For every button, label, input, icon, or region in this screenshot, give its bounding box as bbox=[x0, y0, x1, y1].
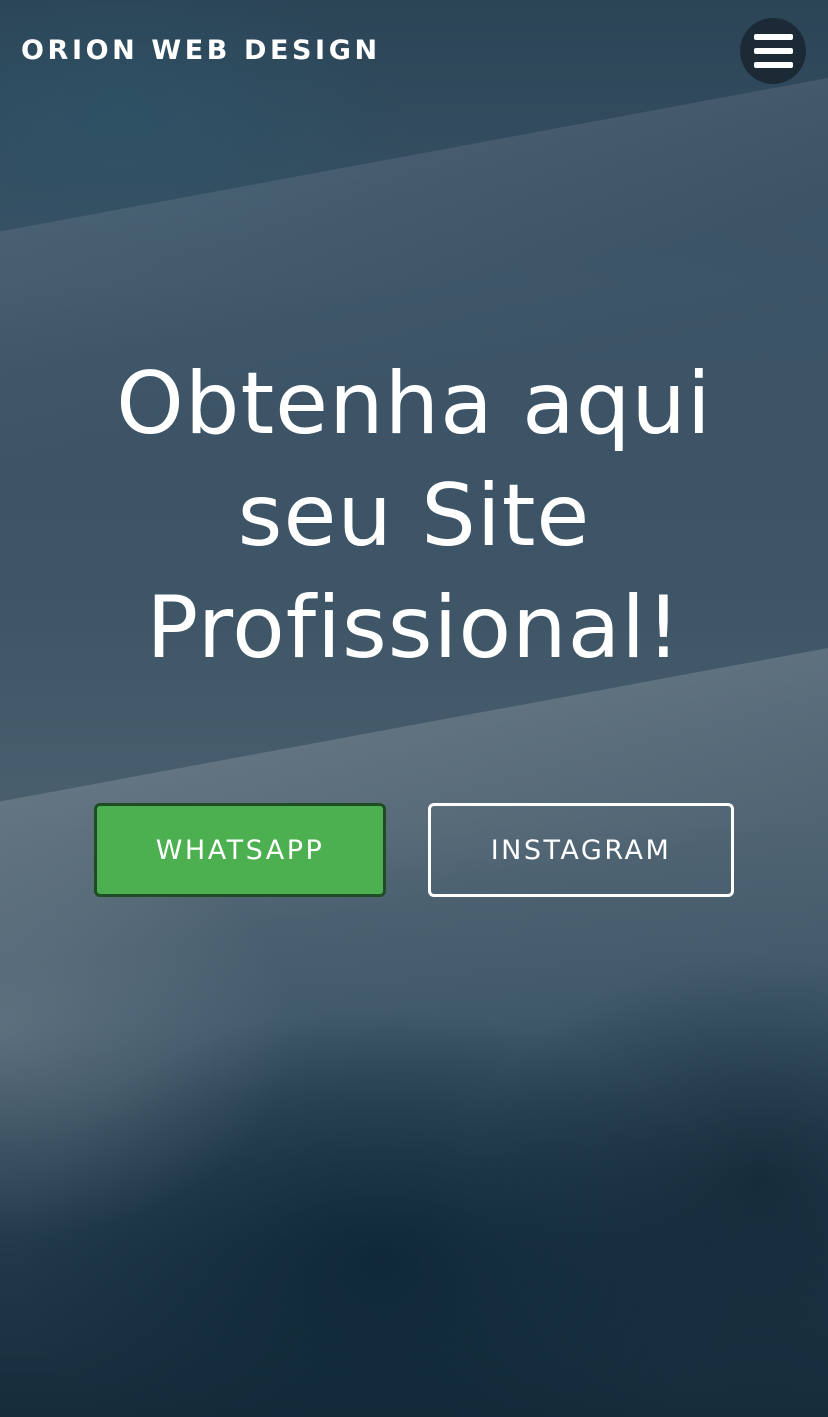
hero-background bbox=[0, 0, 828, 1417]
site-logo-text[interactable]: ORION WEB DESIGN bbox=[21, 34, 381, 68]
hero-title: Obtenha aqui seu Site Profissional! bbox=[54, 348, 774, 684]
hamburger-menu-icon bbox=[754, 48, 793, 54]
whatsapp-button[interactable]: WHATSAPP bbox=[94, 803, 386, 897]
site-header: ORION WEB DESIGN bbox=[0, 0, 828, 100]
hamburger-menu-icon bbox=[754, 34, 793, 40]
hamburger-menu-icon bbox=[754, 62, 793, 68]
menu-button[interactable] bbox=[740, 18, 806, 84]
hero-title-line: Obtenha aqui bbox=[116, 354, 712, 454]
hero-title-line: seu Site bbox=[237, 466, 591, 566]
instagram-button[interactable]: INSTAGRAM bbox=[428, 803, 734, 897]
hero-title-line: Profissional! bbox=[146, 578, 682, 678]
